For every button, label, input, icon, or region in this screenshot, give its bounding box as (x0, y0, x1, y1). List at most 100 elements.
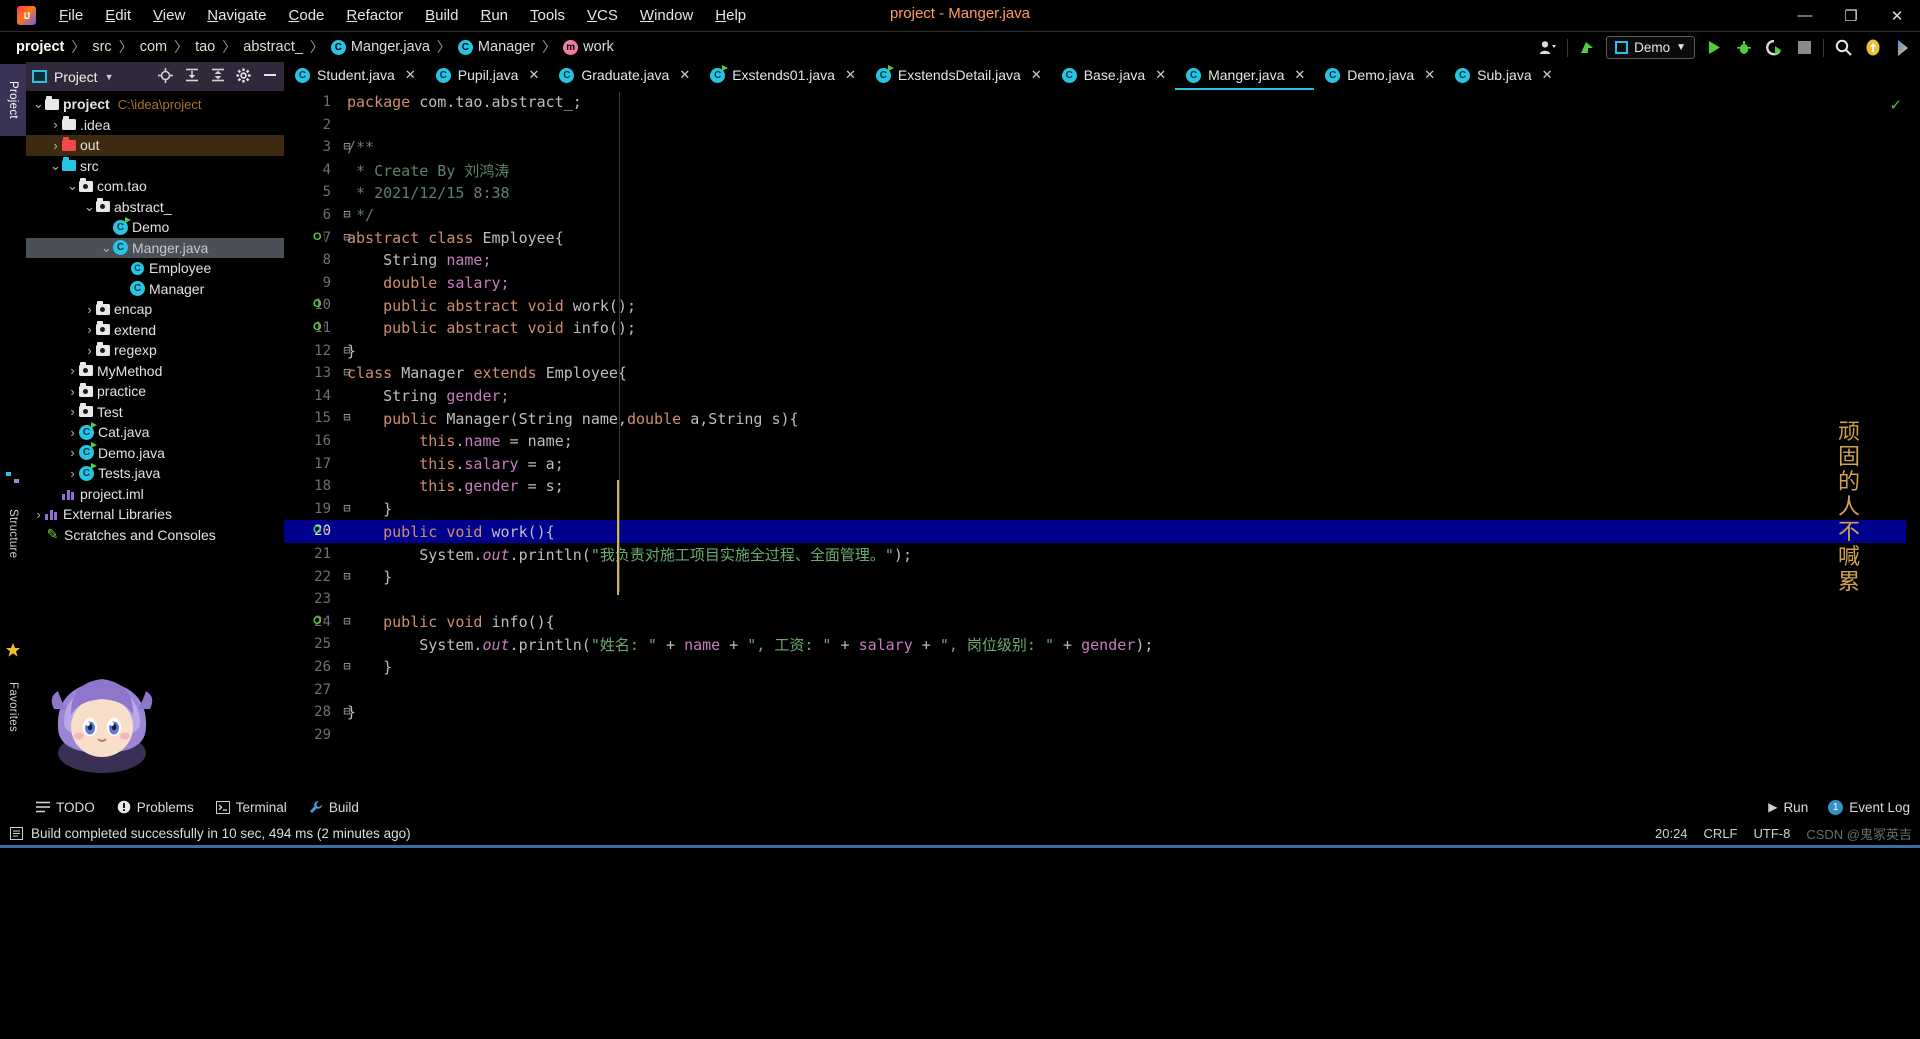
tree-item-practice[interactable]: › practice (26, 381, 284, 402)
close-icon[interactable]: ✕ (1424, 67, 1435, 83)
menu-item-navigate[interactable]: Navigate (196, 5, 277, 26)
tool-window-run[interactable]: ▶ Run (1768, 800, 1808, 815)
tree-item-encap[interactable]: › encap (26, 299, 284, 320)
chevron-down-icon[interactable]: ⌄ (66, 178, 79, 194)
tree-item-project-iml[interactable]: project.iml (26, 484, 284, 505)
editor-tab-exstendsdetail-java[interactable]: C ExstendsDetail.java ✕ (865, 62, 1051, 90)
tree-item-external-libraries[interactable]: › External Libraries (26, 504, 284, 525)
tree-item-project[interactable]: ⌄ project C:\idea\project (26, 94, 284, 115)
close-icon[interactable]: ✕ (528, 67, 539, 83)
tree-item-out[interactable]: › out (26, 135, 284, 156)
tree-item-employee[interactable]: C Employee (26, 258, 284, 279)
chevron-down-icon[interactable]: ⌄ (49, 158, 62, 174)
code-content[interactable]: package com.tao.abstract_; /** * Create B… (342, 90, 1920, 793)
tool-window-event-log[interactable]: 1 Event Log (1828, 799, 1910, 815)
chevron-right-icon[interactable]: › (66, 363, 79, 378)
close-icon[interactable]: ✕ (405, 67, 416, 83)
tree-item-abstract_[interactable]: ⌄ abstract_ (26, 197, 284, 218)
notification-icon[interactable] (1862, 37, 1884, 59)
tool-window-terminal[interactable]: Terminal (215, 800, 287, 815)
implementation-gutter-icon[interactable]: O↑ (313, 615, 327, 627)
menu-item-vcs[interactable]: VCS (576, 5, 629, 26)
menu-item-file[interactable]: File (48, 5, 94, 26)
tree-item-tests-java[interactable]: › C Tests.java (26, 462, 284, 484)
tool-window-problems[interactable]: Problems (117, 800, 194, 815)
expand-all-icon[interactable] (183, 68, 200, 85)
chevron-right-icon[interactable]: › (32, 507, 45, 522)
close-icon[interactable]: ✕ (1542, 67, 1553, 83)
implementation-gutter-icon[interactable]: O↑ (313, 231, 327, 243)
chevron-down-icon[interactable]: ⌄ (100, 240, 113, 256)
chevron-right-icon[interactable]: › (66, 445, 79, 460)
menu-item-build[interactable]: Build (414, 5, 469, 26)
implementation-gutter-icon[interactable]: O↑ (313, 321, 327, 333)
breadcrumb-item-work[interactable]: m work (563, 39, 614, 55)
menu-item-refactor[interactable]: Refactor (335, 5, 414, 26)
editor-tab-pupil-java[interactable]: C Pupil.java ✕ (425, 62, 549, 90)
chevron-right-icon[interactable]: › (66, 384, 79, 399)
tree-item-scratches-and-consoles[interactable]: ✎ Scratches and Consoles (26, 525, 284, 546)
breadcrumb-item-manager[interactable]: C Manager (457, 39, 535, 55)
close-icon[interactable]: ✕ (1031, 67, 1042, 83)
search-icon[interactable] (1832, 37, 1854, 59)
editor-tab-graduate-java[interactable]: C Graduate.java ✕ (548, 62, 699, 90)
menu-item-code[interactable]: Code (278, 5, 336, 26)
tree-item-demo[interactable]: C Demo (26, 216, 284, 238)
implementation-gutter-icon[interactable]: O↑ (313, 524, 327, 536)
project-panel-title[interactable]: Project ▼ (32, 69, 114, 85)
tree-item--idea[interactable]: › .idea (26, 115, 284, 136)
breadcrumb-item-com[interactable]: com (140, 39, 167, 55)
tree-item-manager[interactable]: C Manager (26, 279, 284, 300)
chevron-down-icon[interactable]: ⌄ (32, 96, 45, 112)
tree-item-cat-java[interactable]: › C Cat.java (26, 421, 284, 443)
run-button[interactable] (1703, 37, 1725, 59)
inspection-status-icon[interactable]: ✓ (1889, 96, 1902, 114)
restore-icon[interactable]: ❐ (1828, 0, 1874, 31)
close-icon[interactable]: ✕ (1874, 0, 1920, 31)
editor-scrollbar[interactable] (1906, 90, 1920, 793)
menu-item-help[interactable]: Help (704, 5, 757, 26)
tree-item-demo-java[interactable]: › C Demo.java (26, 442, 284, 464)
stop-button[interactable] (1793, 37, 1815, 59)
debug-bug-icon[interactable] (1733, 37, 1755, 59)
ide-icon[interactable] (1892, 37, 1914, 59)
menu-item-window[interactable]: Window (629, 5, 704, 26)
tree-item-test[interactable]: › Test (26, 402, 284, 423)
locate-icon[interactable] (157, 67, 174, 86)
line-separator[interactable]: CRLF (1704, 826, 1738, 841)
sidebar-item-structure[interactable]: Structure (0, 492, 26, 576)
chevron-right-icon[interactable]: › (83, 302, 96, 317)
menu-item-tools[interactable]: Tools (519, 5, 576, 26)
breadcrumb-item-project[interactable]: project (16, 39, 64, 55)
run-with-coverage-icon[interactable] (1763, 37, 1785, 59)
chevron-right-icon[interactable]: › (66, 425, 79, 440)
sidebar-item-project[interactable]: Project (0, 64, 26, 136)
chevron-right-icon[interactable]: › (49, 117, 62, 132)
tree-item-manger-java[interactable]: ⌄ C Manger.java (26, 237, 284, 258)
breadcrumb-item-src[interactable]: src (92, 39, 111, 55)
chevron-right-icon[interactable]: › (66, 404, 79, 419)
code-editor[interactable]: 1 2 3 ⊟ 4 5 6 ⊟ 7 O↑ ⊟ 8 9 10 O↑ 11 O↑ 12 ⊟ 13 ⊟ 14 15 ⊟ 16 17 18 1… (284, 90, 1920, 793)
close-icon[interactable]: ✕ (1294, 67, 1305, 83)
breadcrumb-item-abstract_[interactable]: abstract_ (243, 39, 303, 55)
editor-tab-manger-java[interactable]: C Manger.java ✕ (1175, 62, 1315, 90)
chevron-right-icon[interactable]: › (83, 343, 96, 358)
chevron-right-icon[interactable]: › (49, 138, 62, 153)
breadcrumb-item-manger-java[interactable]: C Manger.java (330, 39, 430, 55)
editor-tab-student-java[interactable]: C Student.java ✕ (284, 62, 425, 90)
update-arrow-icon[interactable] (1576, 37, 1598, 59)
breadcrumb-item-tao[interactable]: tao (195, 39, 215, 55)
chevron-right-icon[interactable]: › (83, 322, 96, 337)
tree-item-src[interactable]: ⌄ src (26, 156, 284, 177)
menu-item-view[interactable]: View (142, 5, 196, 26)
tree-item-extend[interactable]: › extend (26, 320, 284, 341)
collapse-all-icon[interactable] (209, 68, 226, 85)
menu-item-edit[interactable]: Edit (94, 5, 142, 26)
settings-gear-icon[interactable] (235, 67, 252, 86)
chevron-right-icon[interactable]: › (66, 466, 79, 481)
hide-panel-icon[interactable] (261, 68, 278, 85)
tree-item-regexp[interactable]: › regexp (26, 340, 284, 361)
encoding[interactable]: UTF-8 (1754, 826, 1791, 841)
tool-window-todo[interactable]: TODO (36, 800, 95, 815)
tool-window-build[interactable]: Build (309, 800, 359, 815)
